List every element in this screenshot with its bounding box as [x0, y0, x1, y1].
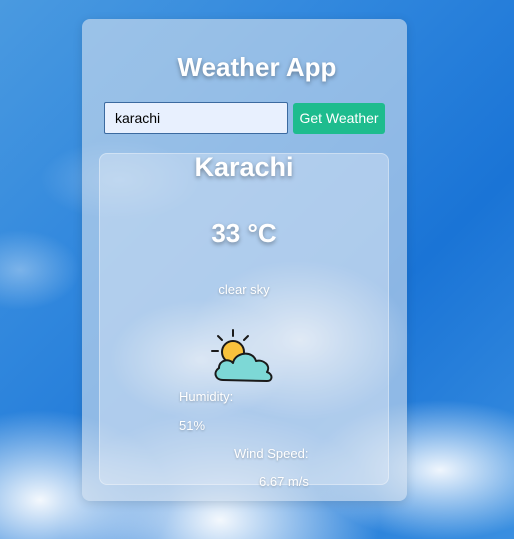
weather-description: clear sky	[218, 282, 270, 297]
partly-cloudy-icon	[211, 329, 273, 382]
city-name: Karachi	[194, 152, 294, 182]
humidity-value: 51%	[179, 418, 206, 433]
app-title: Weather App	[177, 52, 337, 82]
city-search-input[interactable]	[104, 102, 288, 134]
get-weather-button[interactable]: Get Weather	[293, 103, 385, 134]
wind-speed-value: 6.67 m/s	[259, 474, 309, 489]
temperature: 33 °C	[211, 218, 277, 248]
wind-speed-label: Wind Speed:	[234, 446, 309, 461]
weather-result-panel	[99, 153, 389, 485]
humidity-label: Humidity:	[179, 389, 234, 404]
